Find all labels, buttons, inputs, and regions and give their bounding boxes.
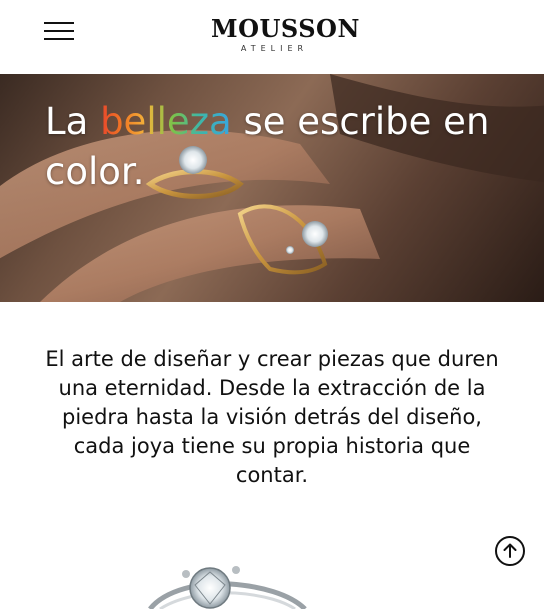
hamburger-menu-icon[interactable] <box>44 21 74 41</box>
diamond-shape <box>302 221 328 247</box>
diamond-shape <box>189 567 231 609</box>
logo-name: MOUSSON <box>211 14 360 43</box>
hero-title-highlight: belleza <box>100 100 232 143</box>
site-logo[interactable]: MOUSSON ATELIER <box>211 14 360 54</box>
hero-banner: La belleza se escribe en color. <box>0 74 544 302</box>
intro-paragraph: El arte de diseñar y crear piezas que du… <box>45 347 499 487</box>
menu-bar <box>44 22 74 24</box>
menu-bar <box>44 30 74 32</box>
product-ring-image[interactable] <box>140 560 320 609</box>
hero-title-start: La <box>45 100 101 143</box>
site-header: MOUSSON ATELIER <box>0 0 544 74</box>
prong-shape <box>232 566 240 574</box>
finger-shape <box>40 205 380 302</box>
diamond-shape <box>286 246 294 254</box>
arrow-up-circle-icon <box>503 543 517 558</box>
hero-title: La belleza se escribe en color. <box>45 97 515 197</box>
scroll-to-top-button[interactable] <box>495 536 525 566</box>
prong-shape <box>182 570 190 578</box>
menu-bar <box>44 38 74 40</box>
logo-tagline: ATELIER <box>240 44 309 53</box>
